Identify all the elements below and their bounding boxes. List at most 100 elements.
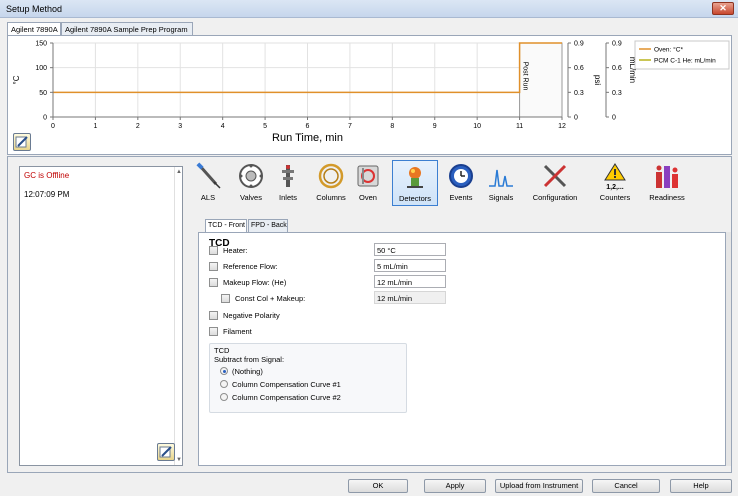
psi-axis-label: psi	[593, 75, 602, 85]
x-tick-label: 4	[221, 123, 225, 130]
oven-button[interactable]: Oven	[355, 160, 381, 206]
run-time-chart-panel: Post Run 0 1 2 3 4 5 6 7 8 9 10 11 12 150 100 50 0 °C Run T…	[7, 35, 732, 155]
psi-tick-label: 0.9	[574, 41, 584, 48]
flow-tick-label: 0.9	[612, 41, 622, 48]
x-tick-label: 2	[136, 123, 140, 130]
tab-fpd-back[interactable]: FPD - Back	[248, 219, 288, 232]
offline-status: GC is Offline	[24, 171, 70, 180]
x-tick-label: 9	[433, 123, 437, 130]
syringe-icon	[196, 162, 221, 189]
x-tick-label: 0	[51, 123, 55, 130]
ok-button[interactable]: OK	[348, 479, 408, 493]
als-button[interactable]: ALS	[195, 160, 221, 206]
flow-tick-label: 0.6	[612, 65, 622, 72]
configuration-button[interactable]: Configuration	[525, 160, 585, 206]
valves-label: Valves	[240, 193, 262, 202]
heater-label: Heater:	[223, 246, 248, 255]
subtract-signal-group: TCD Subtract from Signal: (Nothing) Colu…	[209, 343, 407, 413]
heater-checkbox[interactable]	[209, 246, 218, 255]
option-nothing-radio[interactable]	[220, 367, 228, 375]
legend-label: PCM C-1 He: mL/min	[654, 58, 716, 65]
configuration-icon	[543, 164, 567, 188]
detector-icon	[407, 167, 423, 188]
events-icon	[449, 164, 473, 188]
makeup-flow-label: Makeup Flow: (He)	[223, 278, 287, 287]
readiness-label: Readiness	[649, 193, 685, 202]
makeup-flow-field[interactable]: 12 mL/min	[374, 275, 446, 288]
const-col-makeup-label: Const Col + Makeup:	[235, 294, 306, 303]
status-panel: GC is Offline 12:07:09 PM ▲ ▼	[19, 166, 183, 466]
y-tick-label: 100	[35, 65, 47, 72]
x-tick-label: 10	[473, 123, 481, 130]
column-icon	[318, 163, 344, 189]
x-tick-label: 12	[558, 123, 566, 130]
x-tick-label: 3	[178, 123, 182, 130]
x-tick-label: 7	[348, 123, 352, 130]
option-curve-2-radio[interactable]	[220, 393, 228, 401]
inlets-button[interactable]: Inlets	[275, 160, 301, 206]
edit-icon	[15, 136, 28, 148]
events-button[interactable]: Events	[445, 160, 477, 206]
signals-button[interactable]: Signals	[484, 160, 518, 206]
x-tick-label: 6	[306, 123, 310, 130]
y-tick-label: 50	[39, 90, 47, 97]
option-curve-1-radio[interactable]	[220, 380, 228, 388]
counters-badge: 1,2,...	[606, 184, 624, 191]
x-tick-label: 11	[516, 123, 523, 130]
readiness-button[interactable]: Readiness	[645, 160, 689, 206]
psi-tick-label: 0	[574, 115, 578, 122]
y-tick-label: 150	[35, 41, 47, 48]
tab-agilent-7890a[interactable]: Agilent 7890A	[7, 22, 61, 36]
signals-label: Signals	[488, 193, 514, 202]
status-scrollbar[interactable]: ▲ ▼	[174, 167, 182, 465]
filament-checkbox[interactable]	[209, 327, 218, 336]
oven-icon	[357, 165, 379, 187]
negative-polarity-checkbox[interactable]	[209, 311, 218, 320]
subtract-label: Subtract from Signal:	[214, 355, 285, 364]
events-label: Events	[449, 193, 473, 202]
x-axis-label: Run Time, min	[272, 132, 343, 144]
tab-sample-prep-program[interactable]: Agilent 7890A Sample Prep Program	[61, 22, 193, 35]
close-button[interactable]: ✕	[712, 2, 734, 15]
chart-edit-button[interactable]	[13, 133, 31, 151]
option-nothing-label: (Nothing)	[232, 367, 263, 376]
reference-flow-field[interactable]: 5 mL/min	[374, 259, 446, 272]
scroll-up-icon[interactable]: ▲	[175, 169, 183, 175]
status-edit-button[interactable]	[157, 443, 175, 461]
status-time: 12:07:09 PM	[24, 190, 70, 199]
signals-icon	[489, 169, 513, 187]
flow-tick-label: 0	[612, 115, 616, 122]
columns-button[interactable]: Columns	[313, 160, 349, 206]
psi-tick-label: 0.6	[574, 65, 584, 72]
dialog-buttons: OK Apply Upload from Instrument Cancel H…	[0, 476, 738, 496]
tab-tcd-front[interactable]: TCD - Front	[205, 219, 247, 232]
heater-field[interactable]: 50 °C	[374, 243, 446, 256]
const-col-makeup-checkbox[interactable]	[221, 294, 230, 303]
x-tick-label: 8	[390, 123, 394, 130]
option-curve-2-label: Column Compensation Curve #2	[232, 393, 341, 402]
help-button[interactable]: Help	[670, 479, 732, 493]
flow-tick-label: 0.3	[612, 90, 622, 97]
makeup-flow-checkbox[interactable]	[209, 278, 218, 287]
group-title: TCD	[214, 346, 230, 355]
scroll-down-icon[interactable]: ▼	[175, 457, 183, 463]
reference-flow-checkbox[interactable]	[209, 262, 218, 271]
window-title: Setup Method	[6, 4, 63, 14]
cancel-button[interactable]: Cancel	[592, 479, 660, 493]
valve-icon	[239, 164, 263, 188]
reference-flow-label: Reference Flow:	[223, 262, 278, 271]
apply-button[interactable]: Apply	[424, 479, 486, 493]
content-scrollbar[interactable]	[726, 232, 731, 466]
valves-button[interactable]: Valves	[233, 160, 269, 206]
columns-label: Columns	[316, 193, 346, 202]
counters-button[interactable]: 1,2,... Counters	[595, 160, 635, 206]
negative-polarity-label: Negative Polarity	[223, 311, 280, 320]
const-col-makeup-field: 12 mL/min	[374, 291, 446, 304]
y-axis-label: °C	[12, 75, 21, 84]
upload-from-instrument-button[interactable]: Upload from Instrument	[495, 479, 583, 493]
detectors-button[interactable]: Detectors	[392, 160, 438, 206]
configuration-label: Configuration	[532, 193, 578, 202]
edit-icon	[159, 446, 172, 458]
readiness-icon	[656, 165, 678, 188]
x-tick-label: 1	[93, 123, 97, 130]
